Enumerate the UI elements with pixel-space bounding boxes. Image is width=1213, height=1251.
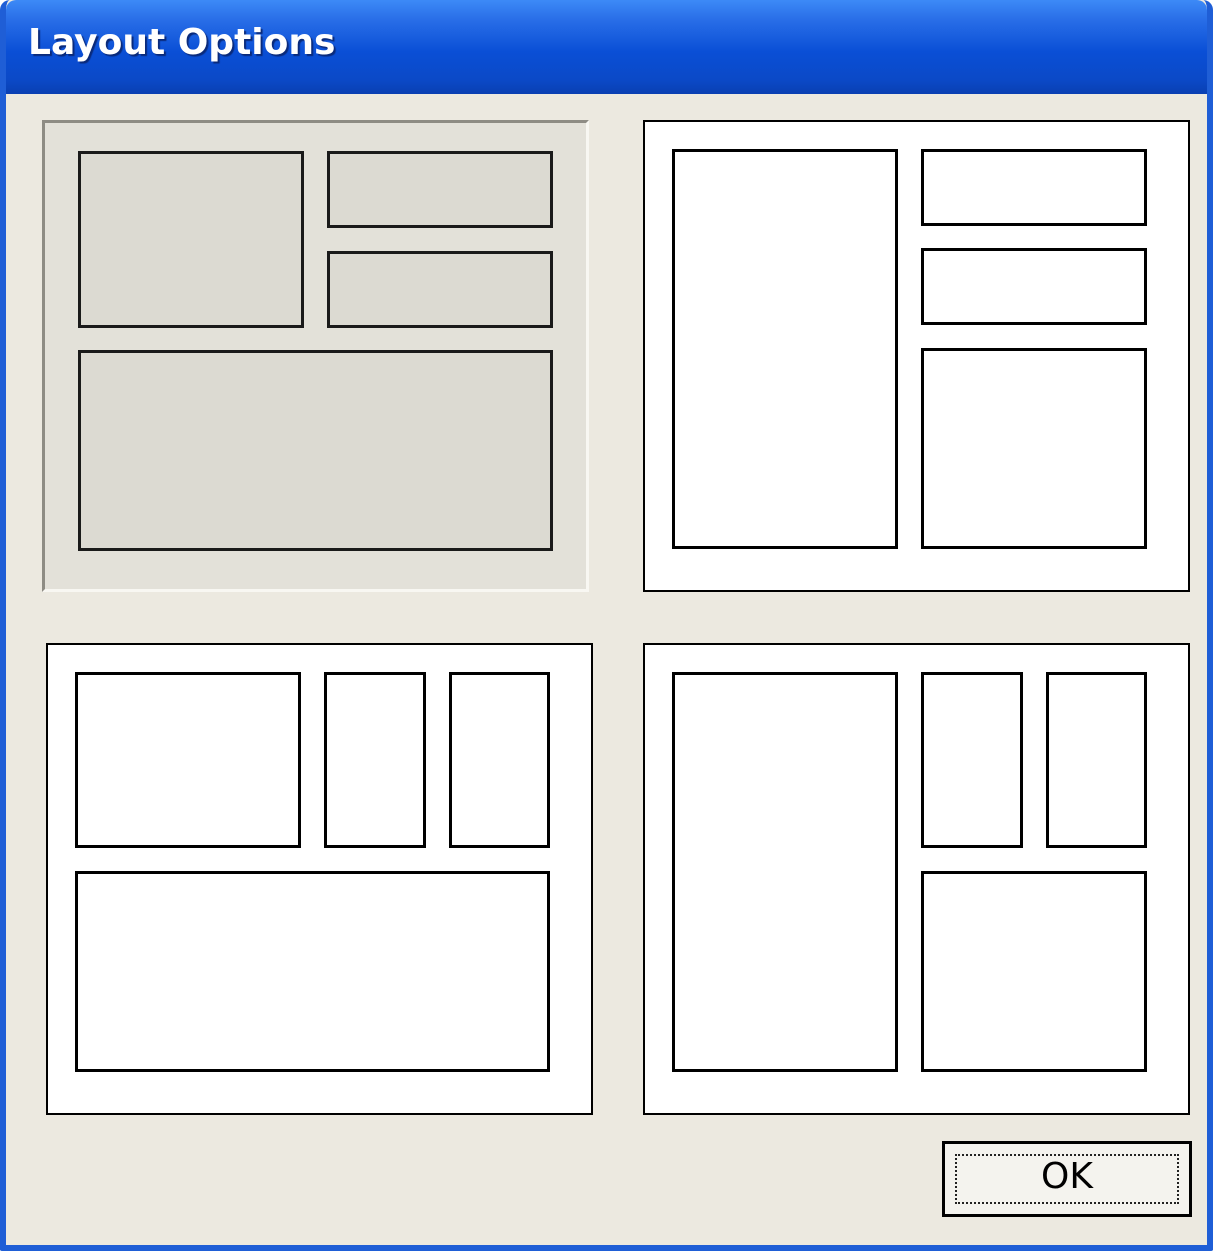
layout-pane-top-right-lower — [327, 251, 553, 328]
title-bar[interactable]: Layout Options — [6, 0, 1207, 94]
layout-pane-right-bottom — [921, 871, 1147, 1072]
ok-button-label: OK — [1041, 1156, 1093, 1197]
layout-pane-right-upper — [921, 149, 1147, 226]
layout-pane-right-middle — [921, 248, 1147, 325]
layout-pane-bottom-wide — [75, 871, 550, 1072]
window-title: Layout Options — [28, 22, 336, 63]
layout-pane-bottom-wide — [78, 350, 553, 551]
ok-button[interactable]: OK — [942, 1141, 1192, 1217]
layout-option-2[interactable] — [643, 120, 1190, 592]
layout-pane-right-top-left — [921, 672, 1023, 848]
layout-option-1[interactable] — [42, 120, 589, 592]
layout-option-4[interactable] — [643, 643, 1190, 1115]
layout-pane-top-left — [75, 672, 301, 848]
layout-options-dialog: Layout Options OK — [0, 0, 1213, 1251]
layout-pane-top-middle — [324, 672, 426, 848]
layout-pane-right-top-right — [1046, 672, 1147, 848]
layout-pane-left-tall — [672, 672, 898, 1072]
layout-option-3[interactable] — [46, 643, 593, 1115]
layout-pane-top-right-upper — [327, 151, 553, 228]
layout-pane-right-lower — [921, 348, 1147, 549]
layout-pane-left-tall — [672, 149, 898, 549]
layout-pane-top-left — [78, 151, 304, 328]
layout-pane-top-right — [449, 672, 550, 848]
